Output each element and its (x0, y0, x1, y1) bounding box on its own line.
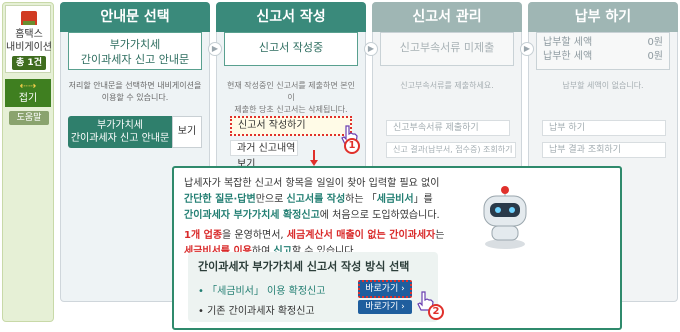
callout-text-span: 만으로 (255, 194, 287, 205)
notice-line2: 간이과세자 신고 안내문 (70, 133, 170, 144)
step2-status-box: 신고서 작성중 (224, 32, 358, 66)
callout-write-return: 신고서를 작성 (286, 194, 346, 205)
step4-title: 납부 하기 (528, 2, 678, 32)
callout-text-span: 」를 (413, 194, 433, 205)
past-returns-button[interactable]: 과거 신고내역 보기 (230, 140, 298, 170)
callout-no-invoice-sales: 세금계산서 매출이 없는 간이과세자 (286, 230, 436, 241)
callout-line1: 납세자가 복잡한 신고서 항목을 일일이 찾아 입력할 필요 없이 (184, 178, 440, 189)
callout-simple-qa: 간단한 질문·답변 (184, 194, 256, 205)
write-return-button[interactable]: 신고서 작성하기 (230, 116, 352, 136)
fold-button[interactable]: ⇠⇢ 접기 (5, 79, 51, 107)
tax-due-row: 납부할 세액 0원 (543, 36, 663, 50)
step1-box-line1: 부가가치세 (109, 38, 161, 51)
step3-title: 신고서 관리 (372, 2, 522, 32)
callout-text-span: 하는 「 (345, 194, 377, 205)
step3-description: 신고부속서류를 제출하세요. (400, 81, 494, 90)
payment-results-button[interactable]: 납부 결과 조회하기 (542, 142, 666, 158)
step1-desc-line1: 저리할 안내문을 선택하면 내비게이션을 (68, 81, 202, 90)
chevron-right-icon: ▶ (520, 42, 534, 56)
navigation-sidebar: 홈택스 내비게이션 총 1건 ⇠⇢ 접기 도움말 (2, 2, 54, 322)
callout-text-span: 에 처음으로 도입하였습니다. (319, 210, 440, 221)
nav-title-line1: 홈택스 (15, 29, 43, 40)
callout-text: 납세자가 복잡한 신고서 항목을 일일이 찾아 입력할 필요 없이 간단한 질문… (184, 176, 484, 260)
callout-tax-assistant: 세금비서 (376, 194, 414, 205)
step1-status-box: 부가가치세 간이과세자 신고 안내문 (68, 32, 202, 70)
notice-line1: 부가가치세 (97, 120, 143, 131)
view-results-button[interactable]: 신고 결과(납부서, 접수증) 조회하기 (386, 142, 516, 158)
notice-view-button[interactable]: 보기 (172, 116, 202, 148)
step2-description: 현재 작성중인 신고서를 제출하면 본인이 제출한 당초 신고서는 삭제됩니다. (224, 80, 358, 116)
fold-label: 접기 (18, 93, 38, 104)
tax-assistant-callout: 납세자가 복잡한 신고서 항목을 일일이 찾아 입력할 필요 없이 간단한 질문… (172, 166, 622, 330)
assistant-option-label: • 「세금비서」 이용 확정신고 (198, 286, 326, 297)
nav-count-badge: 총 1건 (12, 56, 46, 70)
selected-notice[interactable]: 부가가치세 간이과세자 신고 안내문 (68, 116, 172, 148)
method-choice-panel: 간이과세자 부가가치세 신고서 작성 방식 선택 • 「세금비서」 이용 확정신… (188, 252, 438, 322)
robot-icon (483, 186, 527, 249)
callout-text-span: 을 운영하면서, (222, 230, 287, 241)
help-button[interactable]: 도움말 (9, 111, 49, 125)
tax-due-value: 0원 (647, 37, 663, 48)
callout-line2: 간단한 질문·답변만으로 신고서를 작성하는 「세금비서」를 (184, 192, 484, 208)
callout-text-span: 는 (435, 230, 445, 241)
fold-arrow-icon: ⇠⇢ (19, 81, 37, 92)
callout-line4: 1개 업종을 운영하면서, 세금계산서 매출이 없는 간이과세자는 (184, 228, 484, 244)
nav-title-line2: 내비게이션 (6, 42, 52, 53)
tax-paid-label: 납부한 세액 (543, 51, 593, 62)
step-badge-1: 1 (344, 138, 360, 154)
tax-due-label: 납부할 세액 (543, 37, 593, 48)
step-badge-2: 2 (428, 304, 444, 320)
step2-title: 신고서 작성 (216, 2, 366, 32)
step1-title: 안내문 선택 (60, 2, 210, 32)
step2-desc-line1: 현재 작성중인 신고서를 제출하면 본인이 (227, 81, 355, 102)
nav-title: 홈택스 내비게이션 (6, 28, 52, 54)
step4-status-box: 납부할 세액 0원 납부한 세액 0원 (536, 32, 670, 70)
standard-go-button[interactable]: 바로가기 › (358, 300, 412, 314)
tax-paid-value: 0원 (647, 51, 663, 62)
step4-description: 납부할 세액이 없습니다. (562, 81, 644, 90)
standard-option-label: • 기존 간이과세자 확정신고 (198, 306, 315, 317)
choice-title: 간이과세자 부가가치세 신고서 작성 방식 선택 (198, 260, 410, 273)
home-icon (21, 11, 37, 25)
chevron-right-icon: ▶ (208, 42, 222, 56)
callout-final-return: 간이과세자 부가가치세 확정신고 (184, 210, 320, 221)
assistant-go-button[interactable]: 바로가기 › (358, 280, 412, 298)
step2-desc-line2: 제출한 당초 신고서는 삭제됩니다. (234, 105, 348, 114)
pay-button[interactable]: 납부 하기 (542, 120, 666, 136)
callout-line3: 간이과세자 부가가치세 확정신고에 처음으로 도입하였습니다. (184, 208, 484, 224)
step1-desc-line2: 이용할 수 있습니다. (101, 93, 169, 102)
callout-one-business: 1개 업종 (184, 230, 223, 241)
nav-home-panel: 홈택스 내비게이션 총 1건 (5, 5, 52, 73)
chevron-right-icon: ▶ (364, 42, 378, 56)
step1-description: 저리할 안내문을 선택하면 내비게이션을 이용할 수 있습니다. (68, 80, 202, 104)
step1-box-line2: 간이과세자 신고 안내문 (80, 53, 190, 66)
hometax-navigation-screen: 홈택스 내비게이션 총 1건 ⇠⇢ 접기 도움말 안내문 선택 신고서 작성 신… (0, 0, 680, 332)
submit-attachments-button[interactable]: 신고부속서류 제출하기 (386, 120, 510, 136)
step3-status-box: 신고부속서류 미제출 (380, 32, 514, 66)
tax-paid-row: 납부한 세액 0원 (543, 50, 663, 64)
